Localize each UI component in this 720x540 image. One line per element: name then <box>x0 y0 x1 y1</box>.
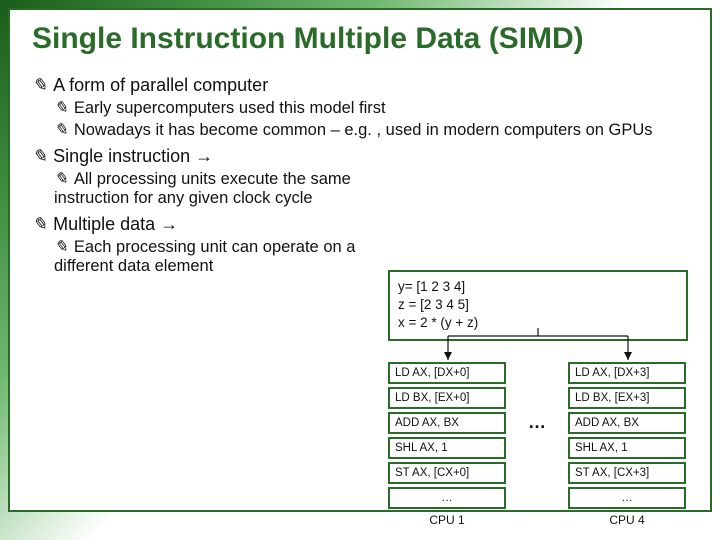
subbullet-early: ✎ Early supercomputers used this model fi… <box>54 98 688 118</box>
slide-content: ✎ A form of parallel computer ✎ Early supe… <box>32 75 688 276</box>
bullet-text: Nowadays it has become common – e.g. , u… <box>74 121 653 139</box>
init-line1: y= [1 2 3 4] <box>398 278 678 296</box>
bullet-icon: ✎ <box>32 75 47 95</box>
cpu-columns: LD AX, [DX+0] LD BX, [EX+0] ADD AX, BX S… <box>388 362 688 527</box>
bullet-text: Multiple data <box>53 214 160 234</box>
cpu1-inst5: ST AX, [CX+0] <box>388 462 506 484</box>
cpu4-inst6: … <box>568 487 686 509</box>
bullet-text: Each processing unit can operate on a di… <box>54 238 355 275</box>
cpu1-inst3: ADD AX, BX <box>388 412 506 434</box>
bullet-text: Single instruction <box>53 146 195 166</box>
slide-frame: Single Instruction Multiple Data (SIMD) … <box>8 8 712 512</box>
cpu4-inst3: ADD AX, BX <box>568 412 686 434</box>
bullet-text: Early supercomputers used this model fir… <box>74 99 386 117</box>
bullet-icon: ✎ <box>54 120 68 139</box>
bullet-icon: ✎ <box>54 169 68 188</box>
subbullet-nowadays: ✎ Nowadays it has become common – e.g. , … <box>54 120 688 140</box>
cpu4-inst1: LD AX, [DX+3] <box>568 362 686 384</box>
bullet-text: All processing units execute the same in… <box>54 170 351 207</box>
cpu1-column: LD AX, [DX+0] LD BX, [EX+0] ADD AX, BX S… <box>388 362 506 527</box>
cpu4-label: CPU 4 <box>568 513 686 527</box>
bullet-icon: ✎ <box>32 214 47 234</box>
bullet-icon: ✎ <box>54 98 68 117</box>
arrow-icon: → <box>195 146 213 166</box>
cpu4-inst4: SHL AX, 1 <box>568 437 686 459</box>
cpu4-column: LD AX, [DX+3] LD BX, [EX+3] ADD AX, BX S… <box>568 362 686 527</box>
bullet-icon: ✎ <box>54 237 68 256</box>
cpu1-label: CPU 1 <box>388 513 506 527</box>
subbullet-each-unit: ✎Each processing unit can operate on a d… <box>54 237 410 276</box>
cpu4-inst5: ST AX, [CX+3] <box>568 462 686 484</box>
bullet-parallel-computer: ✎ A form of parallel computer <box>32 75 688 96</box>
bullet-multiple-data: ✎ Multiple data → <box>32 214 410 235</box>
subbullet-all-units: ✎All processing units execute the same i… <box>54 169 410 208</box>
cpu1-inst4: SHL AX, 1 <box>388 437 506 459</box>
connector-lines <box>388 328 688 364</box>
init-line2: z = [2 3 4 5] <box>398 296 678 314</box>
cpu-ellipsis: … <box>512 362 562 482</box>
cpu1-inst6: … <box>388 487 506 509</box>
slide-title: Single Instruction Multiple Data (SIMD) <box>32 22 688 57</box>
arrow-icon: → <box>160 214 178 234</box>
bullet-text: A form of parallel computer <box>53 75 268 95</box>
cpu1-inst1: LD AX, [DX+0] <box>388 362 506 384</box>
bullet-single-instruction: ✎ Single instruction → <box>32 146 410 167</box>
bullet-icon: ✎ <box>32 146 47 166</box>
cpu4-inst2: LD BX, [EX+3] <box>568 387 686 409</box>
cpu1-inst2: LD BX, [EX+0] <box>388 387 506 409</box>
